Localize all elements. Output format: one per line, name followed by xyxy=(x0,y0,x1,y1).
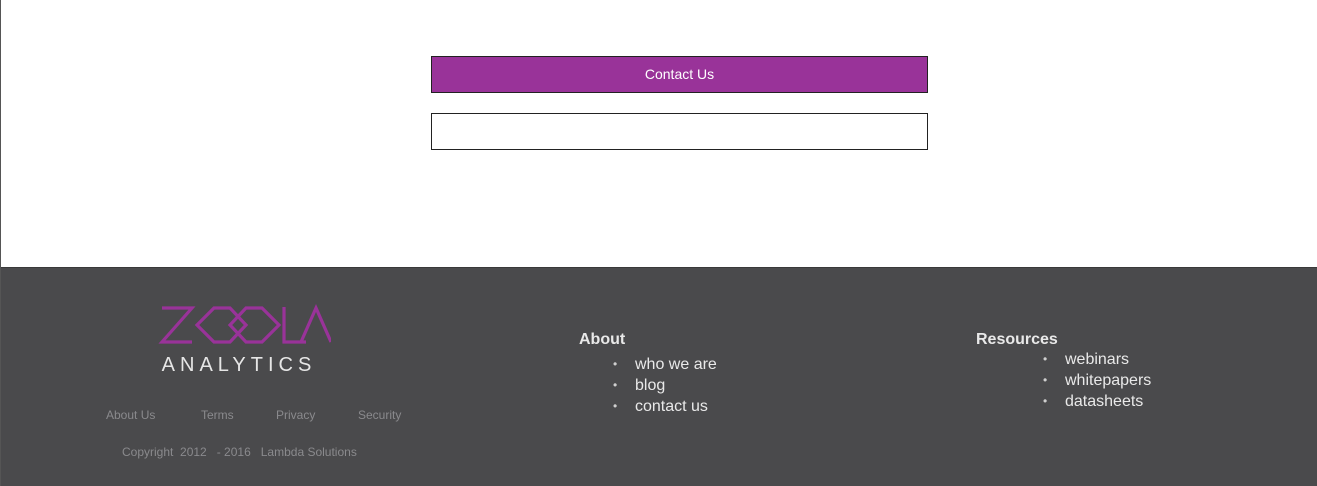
footer-resources-column: Resources webinars whitepapers datasheet… xyxy=(976,331,1151,412)
contact-us-link[interactable]: contact us xyxy=(635,398,708,415)
blog-link[interactable]: blog xyxy=(635,377,665,394)
footer-about-column: About who we are blog contact us xyxy=(579,331,717,417)
footer-link-security[interactable]: Security xyxy=(358,408,418,422)
copyright-text: Copyright 2012 - 2016 Lambda Solutions xyxy=(122,445,357,459)
resources-heading: Resources xyxy=(976,331,1058,348)
contact-us-button[interactable]: Contact Us xyxy=(431,56,928,93)
footer-legal-links: About Us Terms Privacy Security xyxy=(106,408,418,422)
who-we-are-link[interactable]: who we are xyxy=(635,356,717,373)
contact-input[interactable] xyxy=(431,113,928,150)
resources-list-item: webinars xyxy=(1043,349,1151,370)
footer: ANALYTICS About Us Terms Privacy Securit… xyxy=(1,267,1317,486)
zoola-analytics-logo[interactable]: ANALYTICS xyxy=(151,304,341,384)
footer-link-privacy[interactable]: Privacy xyxy=(276,408,358,422)
footer-link-about-us[interactable]: About Us xyxy=(106,408,201,422)
resources-list: webinars whitepapers datasheets xyxy=(1043,349,1151,412)
footer-link-terms[interactable]: Terms xyxy=(201,408,276,422)
about-list-item: blog xyxy=(613,375,717,396)
about-list-item: contact us xyxy=(613,396,717,417)
zoola-wordmark-icon xyxy=(158,304,331,344)
webinars-link[interactable]: webinars xyxy=(1065,351,1129,368)
datasheets-link[interactable]: datasheets xyxy=(1065,393,1143,410)
about-list-item: who we are xyxy=(613,354,717,375)
about-list: who we are blog contact us xyxy=(613,354,717,417)
logo-subtitle: ANALYTICS xyxy=(161,354,317,376)
resources-list-item: whitepapers xyxy=(1043,370,1151,391)
about-heading: About xyxy=(579,331,626,348)
whitepapers-link[interactable]: whitepapers xyxy=(1065,372,1151,389)
resources-list-item: datasheets xyxy=(1043,391,1151,412)
page: Contact Us ANALYTICS About Us Terms Priv… xyxy=(0,0,1317,486)
